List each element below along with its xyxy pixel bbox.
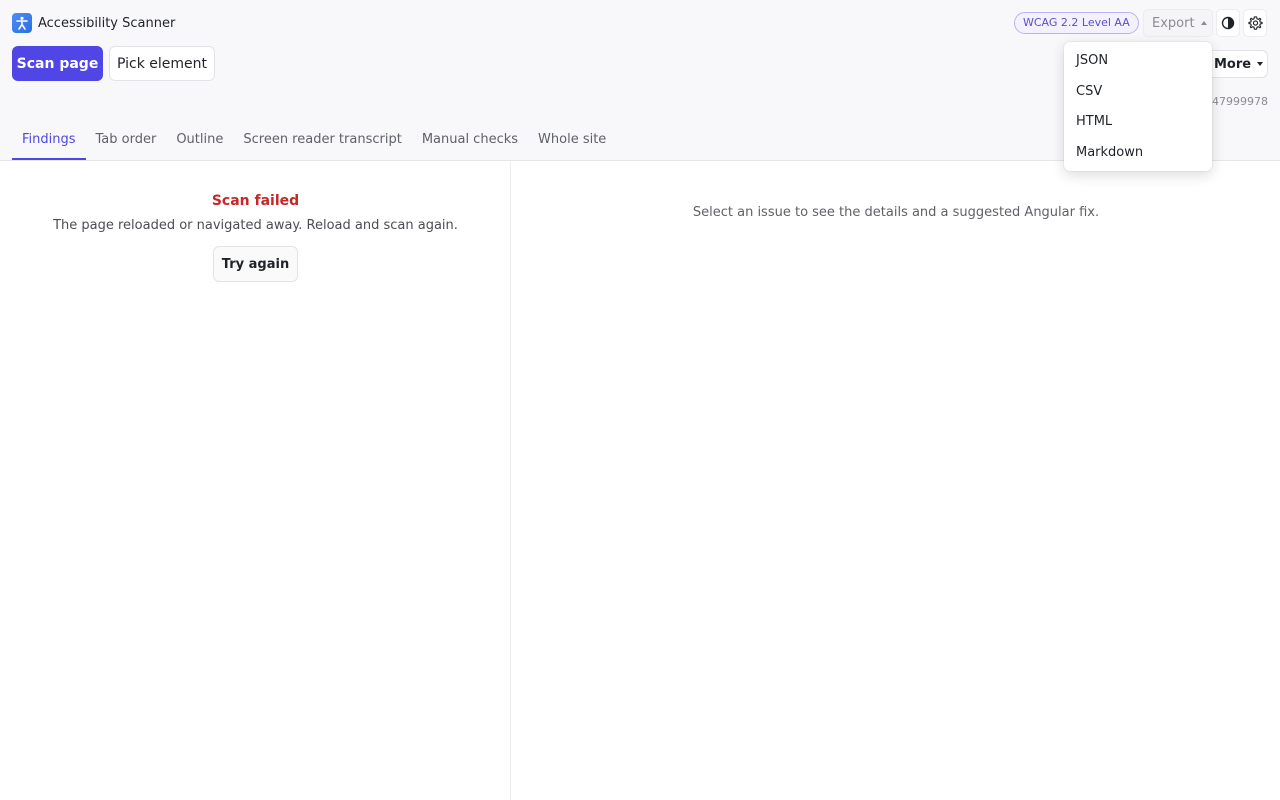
tab-outline[interactable]: Outline xyxy=(166,122,233,160)
gear-icon xyxy=(1247,15,1263,30)
wcag-level-badge[interactable]: WCAG 2.2 Level AA xyxy=(1014,12,1139,34)
export-menu-item-csv[interactable]: CSV xyxy=(1064,77,1212,108)
details-placeholder: Select an issue to see the details and a… xyxy=(692,205,1100,220)
scan-error-message: The page reloaded or navigated away. Rel… xyxy=(53,218,458,233)
export-menu: JSON CSV HTML Markdown xyxy=(1064,42,1212,171)
export-button[interactable]: Export xyxy=(1143,9,1213,37)
scan-page-button[interactable]: Scan page xyxy=(12,46,103,81)
export-label: Export xyxy=(1152,15,1195,31)
tab-bar: Findings Tab order Outline Screen reader… xyxy=(12,122,616,161)
chevron-up-icon xyxy=(1200,21,1207,25)
tab-tab-order[interactable]: Tab order xyxy=(86,122,167,160)
tab-findings[interactable]: Findings xyxy=(12,122,86,160)
pick-element-button[interactable]: Pick element xyxy=(109,46,215,81)
settings-button[interactable] xyxy=(1243,9,1267,37)
scan-error-title: Scan failed xyxy=(211,193,300,209)
export-menu-item-json[interactable]: JSON xyxy=(1064,46,1212,77)
findings-panel: Scan failed The page reloaded or navigat… xyxy=(0,162,511,800)
export-menu-item-html[interactable]: HTML xyxy=(1064,107,1212,138)
more-label: More xyxy=(1214,56,1252,72)
more-button[interactable]: More xyxy=(1205,50,1268,78)
app-title: Accessibility Scanner xyxy=(38,16,176,31)
try-again-button[interactable]: Try again xyxy=(213,246,298,282)
chevron-down-icon xyxy=(1257,62,1264,66)
tab-screen-reader-transcript[interactable]: Screen reader transcript xyxy=(233,122,411,160)
export-menu-item-markdown[interactable]: Markdown xyxy=(1064,138,1212,169)
tab-whole-site[interactable]: Whole site xyxy=(528,122,616,160)
accessibility-logo-icon xyxy=(12,13,32,33)
details-panel: Select an issue to see the details and a… xyxy=(512,162,1280,800)
tab-manual-checks[interactable]: Manual checks xyxy=(412,122,528,160)
contrast-icon xyxy=(1221,16,1235,30)
contrast-toggle-button[interactable] xyxy=(1216,9,1240,37)
